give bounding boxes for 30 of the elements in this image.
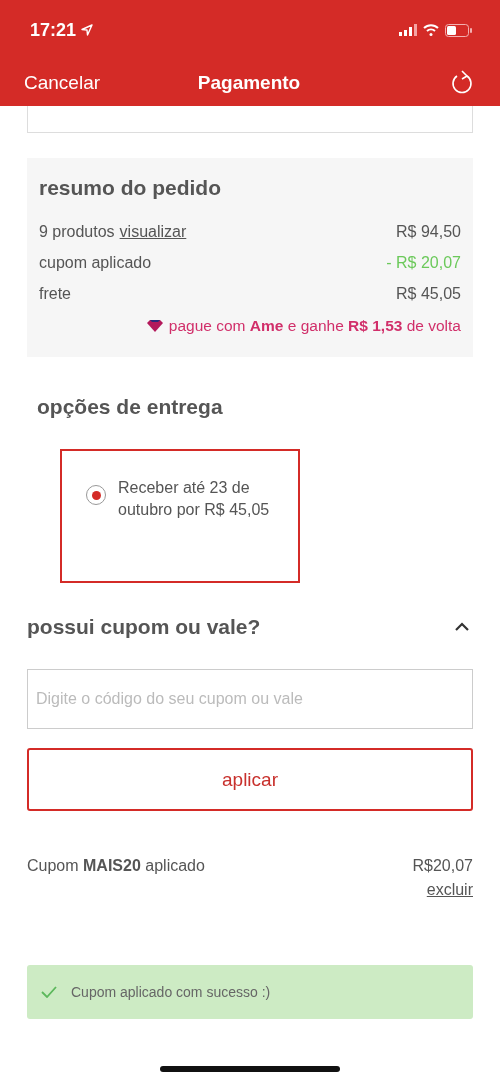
remove-link[interactable]: excluir — [426, 881, 473, 899]
applied-coupon-text: Cupom MAIS20 aplicado — [27, 857, 205, 876]
coupon-field[interactable]: Digite o código do seu cupom ou vale — [27, 669, 473, 729]
refresh-icon[interactable] — [450, 70, 474, 96]
signal-icon — [399, 24, 417, 36]
section-title: opções de entrega — [37, 395, 224, 419]
summary-label: frete — [39, 284, 71, 304]
chevron-icon[interactable] — [454, 621, 470, 633]
toast-message: Cupom aplicado com sucesso :) — [71, 984, 271, 1000]
summary-label: 9 produtos — [39, 222, 115, 242]
page-title: Pagamento — [197, 72, 301, 94]
summary-value: R$ 94,50 — [396, 222, 461, 242]
delivery-option[interactable]: Receber até 23 de outubro por R$ 45,05 — [60, 449, 300, 583]
section-title: possui cupom ou vale? — [27, 615, 261, 639]
summary-value: R$ 45,05 — [396, 284, 461, 304]
cashback-text: pague com Ame e ganhe R$ 1,53 de volta — [168, 317, 461, 335]
summary-value: - R$ 20,07 — [386, 253, 461, 273]
location-arrow-icon — [81, 24, 94, 36]
battery-icon — [445, 23, 472, 37]
delivery-label: Receber até 23 de outubro por R$ 45,05 — [118, 478, 271, 520]
view-link[interactable]: visualizar — [119, 216, 187, 247]
section-title: resumo do pedido — [39, 176, 222, 200]
wifi-icon — [423, 24, 439, 36]
apply-button[interactable]: aplicar — [27, 748, 473, 811]
coupon-value: R$20,07 — [412, 857, 473, 875]
status-time: 17:21 — [30, 19, 77, 41]
gem-icon — [146, 320, 163, 332]
check-icon — [41, 986, 57, 998]
cancel-button[interactable]: Cancelar — [24, 72, 101, 94]
summary-label: cupom aplicado — [39, 253, 152, 273]
